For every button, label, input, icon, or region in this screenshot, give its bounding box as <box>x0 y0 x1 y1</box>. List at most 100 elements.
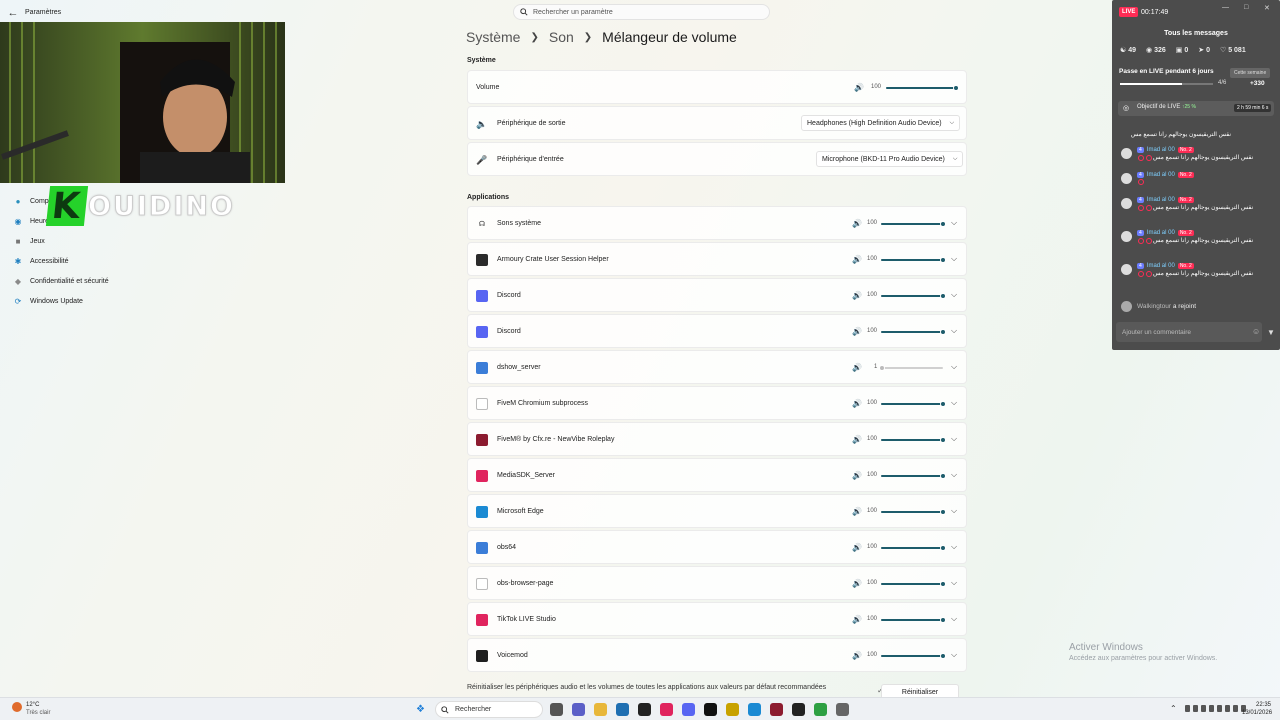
app-volume-slider[interactable] <box>881 221 946 227</box>
tiktok-live-icon[interactable] <box>704 703 717 716</box>
app-volume-slider[interactable] <box>881 473 946 479</box>
slider-thumb[interactable] <box>940 653 946 659</box>
slider-thumb[interactable] <box>953 85 959 91</box>
chevron-down-icon[interactable]: ⌵ <box>951 362 957 372</box>
app-volume-slider[interactable] <box>881 401 946 407</box>
slider-thumb[interactable] <box>940 473 946 479</box>
speaker-icon[interactable]: 🔊 <box>852 363 862 372</box>
speaker-icon[interactable]: 🔊 <box>852 255 862 264</box>
avatar[interactable] <box>1121 198 1132 209</box>
avatar[interactable] <box>1121 231 1132 242</box>
weather-icon[interactable] <box>12 702 22 712</box>
tiktok-icon[interactable] <box>660 703 673 716</box>
teams-icon[interactable] <box>572 703 585 716</box>
chat-heading[interactable]: Tous les messages <box>1112 30 1280 37</box>
chat-message[interactable]: 4 Imad al 00 No. 2 <box>1121 171 1194 185</box>
slider-thumb[interactable] <box>940 545 946 551</box>
chevron-down-icon[interactable]: ⌵ <box>951 326 957 336</box>
avatar[interactable] <box>1121 173 1132 184</box>
wifi-icon[interactable] <box>1185 705 1190 712</box>
slider-thumb[interactable] <box>940 221 946 227</box>
app-volume-slider[interactable] <box>879 365 943 371</box>
search-input[interactable]: Rechercher un paramètre <box>513 4 770 20</box>
speaker-icon[interactable]: 🔊 <box>854 83 864 92</box>
taskbar-search[interactable]: Rechercher <box>435 701 543 718</box>
chevron-down-icon[interactable]: ⌵ <box>951 398 957 408</box>
slider-thumb[interactable] <box>940 581 946 587</box>
chat-message[interactable]: 4 Imad al 00 No. 2 نقس التريقيسون يوجالهم ر… <box>1121 229 1253 245</box>
app-volume-slider[interactable] <box>881 437 946 443</box>
chevron-down-icon[interactable]: ⌵ <box>951 542 957 552</box>
speaker-icon[interactable]: 🔊 <box>852 435 862 444</box>
avatar[interactable] <box>1121 264 1132 275</box>
filter-icon[interactable]: ▼ <box>1267 328 1275 337</box>
speaker-icon[interactable]: 🔊 <box>852 291 862 300</box>
speaker-icon[interactable]: 🔊 <box>852 543 862 552</box>
chevron-down-icon[interactable]: ⌵ <box>951 218 957 228</box>
slider-thumb[interactable] <box>940 257 946 263</box>
app-volume-slider[interactable] <box>881 545 946 551</box>
file-explorer-icon[interactable] <box>594 703 607 716</box>
back-arrow-icon[interactable]: ← <box>6 7 20 19</box>
volume-icon[interactable] <box>1193 705 1198 712</box>
speaker-icon[interactable]: 🔊 <box>852 651 862 660</box>
speaker-icon[interactable]: 🔊 <box>852 507 862 516</box>
date[interactable]: 13/01/2026 <box>1242 710 1272 716</box>
chat-message[interactable]: 4 Imad al 00 No. 2 نقس التريقيسون يوجالهم ر… <box>1121 262 1253 278</box>
speaker-icon[interactable]: 🔊 <box>852 615 862 624</box>
fivem-icon[interactable] <box>770 703 783 716</box>
restore-icon[interactable]: □ <box>1244 4 1248 11</box>
chevron-down-icon[interactable]: ⌵ <box>951 290 957 300</box>
speaker-icon[interactable]: 🔊 <box>852 471 862 480</box>
slider-thumb[interactable] <box>940 401 946 407</box>
tray-chevron-icon[interactable]: ⌃ <box>1170 704 1177 713</box>
network-icon[interactable] <box>1217 705 1222 712</box>
chevron-down-icon[interactable]: ⌵ <box>951 506 957 516</box>
chevron-down-icon[interactable]: ⌵ <box>951 254 957 264</box>
comment-input[interactable]: Ajouter un commentaire ☺ <box>1116 322 1262 342</box>
master-volume-slider[interactable] <box>886 85 959 91</box>
app-volume-slider[interactable] <box>881 509 946 515</box>
chevron-down-icon[interactable]: ⌵ <box>951 470 957 480</box>
speaker-icon[interactable]: 🔊 <box>852 579 862 588</box>
chat-message[interactable]: 4 Imad al 00 No. 2 نقس التريقيسون يوجالهم ر… <box>1121 146 1253 162</box>
week-badge[interactable]: Cette semaine <box>1230 68 1271 78</box>
slider-thumb[interactable] <box>940 437 946 443</box>
weather-temp[interactable]: 12°C <box>26 702 39 708</box>
output-device-dropdown[interactable]: Headphones (High Definition Audio Device… <box>801 115 961 131</box>
app-volume-slider[interactable] <box>881 257 946 263</box>
live-objective[interactable]: ◎ Objectif de LIVE ↑25 % 2 h 59 min 6 s <box>1118 101 1274 116</box>
app-volume-slider[interactable] <box>881 617 946 623</box>
close-icon[interactable]: ✕ <box>1264 4 1270 12</box>
app-icon[interactable] <box>616 703 629 716</box>
clock[interactable]: 22:35 <box>1256 702 1271 708</box>
speaker-icon[interactable]: 🔊 <box>852 219 862 228</box>
battery-icon[interactable] <box>1201 705 1206 712</box>
task-view-icon[interactable] <box>550 703 563 716</box>
sidebar-item-confidentialite[interactable]: ◆ Confidentialité et sécurité <box>13 275 109 287</box>
breadcrumb-son[interactable]: Son <box>549 29 574 45</box>
app-volume-slider[interactable] <box>881 293 946 299</box>
app-volume-slider[interactable] <box>881 329 946 335</box>
slider-thumb[interactable] <box>940 509 946 515</box>
speaker-icon[interactable]: 🔊 <box>852 327 862 336</box>
start-icon[interactable]: ❖ <box>414 703 427 716</box>
breadcrumb-systeme[interactable]: Système <box>466 29 520 45</box>
app-volume-slider[interactable] <box>881 581 946 587</box>
chevron-down-icon[interactable]: ⌵ <box>951 614 957 624</box>
slider-thumb[interactable] <box>940 617 946 623</box>
emoji-icon[interactable]: ☺ <box>1252 327 1260 336</box>
sidebar-item-windows-update[interactable]: ⟳ Windows Update <box>13 295 83 307</box>
terminal-icon[interactable] <box>792 703 805 716</box>
chevron-down-icon[interactable]: ⌵ <box>951 650 957 660</box>
app-icon[interactable] <box>726 703 739 716</box>
notification-icon[interactable] <box>1209 705 1214 712</box>
speaker-icon[interactable]: 🔊 <box>852 399 862 408</box>
chevron-down-icon[interactable]: ⌵ <box>951 434 957 444</box>
sidebar-item-jeux[interactable]: ■ Jeux <box>13 235 45 247</box>
chevron-down-icon[interactable]: ⌵ <box>951 578 957 588</box>
input-device-dropdown[interactable]: Microphone (BKD-11 Pro Audio Device) ⌵ <box>816 151 964 167</box>
slider-thumb[interactable] <box>940 293 946 299</box>
discord-icon[interactable] <box>682 703 695 716</box>
slider-thumb[interactable] <box>940 329 946 335</box>
